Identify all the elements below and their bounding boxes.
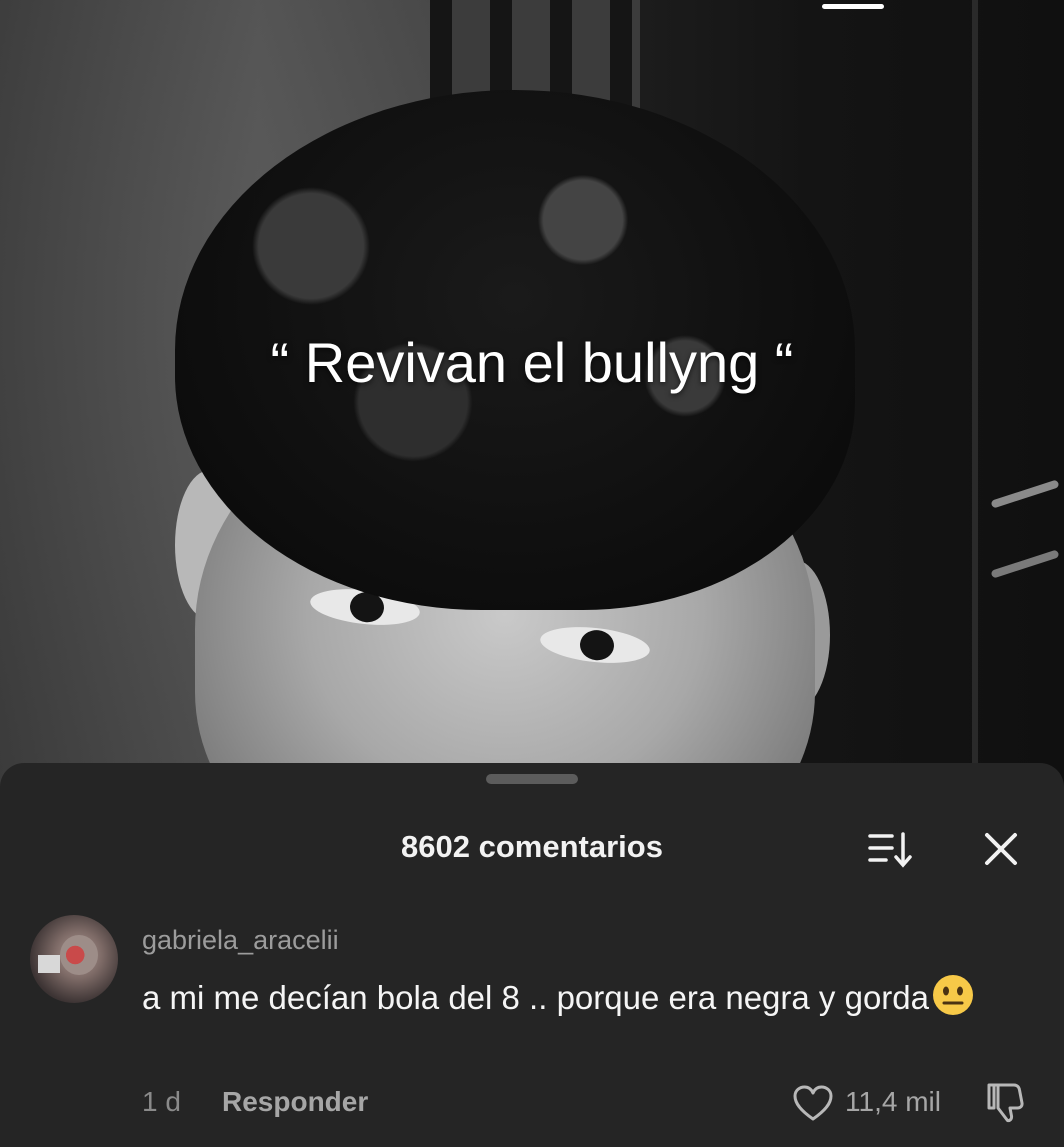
sort-descending-icon[interactable] (866, 830, 916, 870)
like-count: 11,4 mil (845, 1086, 941, 1117)
heart-icon[interactable] (792, 1084, 834, 1122)
thumbs-down-icon[interactable] (986, 1081, 1026, 1123)
comment-username[interactable]: gabriela_aracelii (142, 925, 339, 956)
comment-body: a mi me decían bola del 8 .. porque era … (142, 979, 929, 1016)
comments-sheet: 8602 comentarios gabriela_aracelii a mi … (0, 763, 1064, 1147)
top-indicator (822, 4, 884, 9)
door-edge (972, 0, 978, 800)
reply-button[interactable]: Responder (222, 1086, 368, 1118)
sheet-drag-handle[interactable] (486, 774, 578, 784)
avatar[interactable] (30, 915, 118, 1003)
video-player[interactable]: “ Revivan el bullyng “ (0, 0, 1064, 800)
comment-age: 1 d (142, 1086, 181, 1117)
close-icon[interactable] (978, 826, 1024, 872)
comment-text: a mi me decían bola del 8 .. porque era … (142, 973, 1022, 1022)
video-caption: “ Revivan el bullyng “ (270, 331, 794, 394)
neutral-face-emoji-icon (933, 975, 973, 1015)
